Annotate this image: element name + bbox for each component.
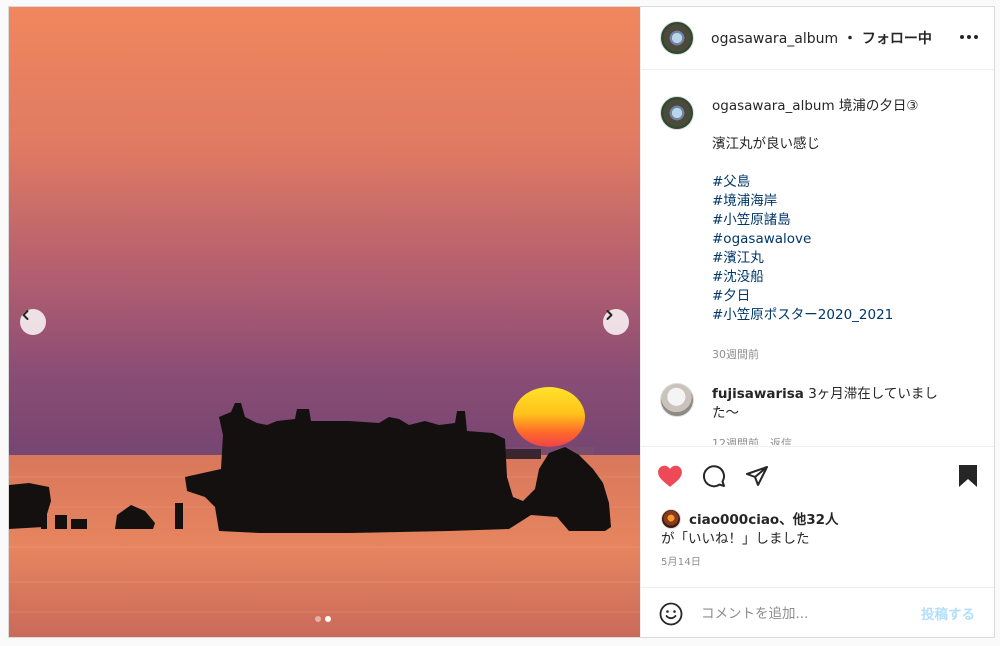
comments-section[interactable]: ogasawara_album 境浦の夕日③ 濱江丸が良い感じ #父島 #境浦海…	[641, 71, 994, 445]
likes-suffix: が「いいね！」しました	[661, 531, 810, 547]
post-actions: ciao000ciao、他32人 が「いいね！」しました 5月14日	[641, 446, 994, 586]
post-caption: ogasawara_album 境浦の夕日③ 濱江丸が良い感じ #父島 #境浦海…	[712, 97, 982, 325]
author-avatar[interactable]	[660, 21, 694, 55]
post-date[interactable]: 5月14日	[661, 553, 701, 568]
carousel-dot	[315, 616, 321, 622]
hashtag-link[interactable]: #父島	[712, 173, 982, 192]
comment-item: fujisawarisa 3ヶ月滞在していました〜	[712, 385, 964, 423]
hashtag-link[interactable]: #夕日	[712, 287, 982, 306]
hashtag-link[interactable]: #境浦海岸	[712, 192, 982, 211]
caption-author-username[interactable]: ogasawara_album	[712, 98, 835, 114]
sunset-shipwreck-image	[9, 387, 640, 637]
author-line: ogasawara_album ・ フォロー中	[711, 28, 932, 48]
share-icon	[746, 466, 768, 486]
post-photo	[9, 7, 640, 637]
emoji-button[interactable]	[658, 601, 684, 627]
caption-timestamp[interactable]: 30週間前	[712, 346, 759, 362]
liker-username[interactable]: ciao000ciao	[689, 512, 779, 528]
carousel-indicator	[315, 616, 331, 622]
add-comment-bar: 投稿する	[641, 587, 994, 637]
commenter-avatar[interactable]	[660, 383, 694, 417]
post-comment-button[interactable]: 投稿する	[921, 603, 975, 623]
likes-summary: ciao000ciao、他32人	[689, 508, 839, 528]
hashtag-link[interactable]: #小笠原ポスター2020_2021	[712, 306, 982, 325]
post-side-panel: ogasawara_album ・ フォロー中 ogasawara_album …	[640, 7, 994, 637]
caption-title: 境浦の夕日③	[838, 98, 919, 114]
author-username[interactable]: ogasawara_album	[711, 31, 838, 47]
post-header: ogasawara_album ・ フォロー中	[641, 7, 994, 70]
carousel-dot-active	[325, 616, 331, 622]
commenter-username[interactable]: fujisawarisa	[712, 386, 804, 402]
caption-text: 濱江丸が良い感じ	[712, 136, 820, 152]
more-options-button[interactable]	[957, 25, 981, 49]
emoji-icon	[659, 602, 683, 626]
like-button[interactable]	[656, 462, 684, 490]
caption-author-avatar[interactable]	[660, 96, 694, 130]
comment-icon	[703, 465, 725, 488]
more-icon	[960, 35, 978, 39]
hashtag-link[interactable]: #小笠原諸島	[712, 211, 982, 230]
liker-avatar[interactable]	[661, 509, 681, 529]
hashtag-link[interactable]: #ogasawalove	[712, 230, 982, 249]
comment-button[interactable]	[700, 462, 728, 490]
likes-others[interactable]: 、他32人	[779, 512, 838, 528]
next-image-button[interactable]	[603, 309, 629, 335]
comment-input[interactable]	[701, 602, 911, 626]
hashtag-link[interactable]: #沈没船	[712, 268, 982, 287]
chevron-left-icon	[22, 310, 29, 320]
comment-meta[interactable]: 12週間前 返信	[712, 435, 792, 445]
follow-status[interactable]: ・ フォロー中	[843, 31, 932, 47]
heart-icon	[658, 465, 682, 487]
post-modal: ogasawara_album ・ フォロー中 ogasawara_album …	[8, 6, 995, 638]
hashtag-link[interactable]: #濱江丸	[712, 249, 982, 268]
previous-image-button[interactable]	[20, 309, 46, 335]
bookmark-icon	[959, 465, 977, 487]
share-button[interactable]	[743, 462, 771, 490]
save-button[interactable]	[954, 462, 982, 490]
chevron-right-icon	[606, 310, 613, 320]
